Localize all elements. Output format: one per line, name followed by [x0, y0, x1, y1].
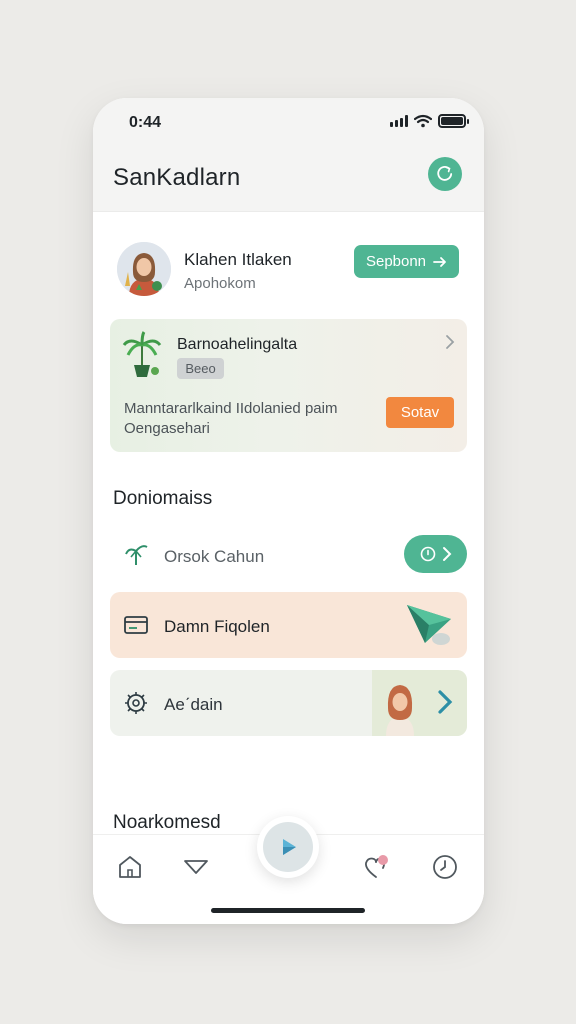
promo-description-line-1: Manntararlkaind IIdolanied paim [124, 400, 338, 417]
refresh-button[interactable] [428, 157, 462, 191]
page-title: SanKadlarn [113, 164, 241, 191]
sale-button[interactable]: Sotav [386, 397, 454, 428]
list-item[interactable]: Orsok Cahun [110, 528, 467, 580]
list-item-label: Aeˊdain [164, 695, 223, 714]
card-icon [122, 611, 150, 639]
list-item[interactable]: Aeˊdain [110, 670, 467, 736]
nav-favorites[interactable] [362, 852, 392, 882]
person-illustration [386, 685, 414, 736]
phone-screen: 0:44 SanKadlarn Klahen Itlaken Apohokom … [93, 98, 484, 924]
promo-chip: Beeo [177, 358, 224, 379]
follow-button[interactable]: Sepbonn [354, 245, 459, 278]
follow-button-label: Sepbonn [365, 253, 427, 270]
status-icons [390, 114, 469, 128]
profile-card[interactable]: Klahen Itlaken Apohokom Sepbonn [109, 228, 467, 308]
section-title: Doniomaiss [113, 488, 213, 509]
chevron-right-icon [442, 547, 451, 561]
clock-icon [420, 546, 435, 562]
top-bar: 0:44 SanKadlarn [93, 98, 484, 212]
home-indicator [211, 908, 365, 913]
profile-name: Klahen Itlaken [184, 250, 292, 269]
play-button-inner [263, 822, 313, 872]
chevron-right-icon[interactable] [437, 689, 453, 715]
gear-icon [122, 689, 150, 717]
wifi-icon [414, 114, 432, 128]
nav-explore[interactable] [181, 852, 211, 882]
promo-description-line-2: Oengasehari [124, 420, 210, 437]
sprout-icon [122, 540, 150, 568]
timer-button[interactable] [404, 535, 467, 573]
section-title-2: Noarkomesd [113, 812, 221, 833]
profile-subtitle: Apohokom [184, 275, 256, 292]
list-item[interactable]: Damn Fiqolen [110, 592, 467, 658]
promo-description: Manntararlkaind IIdolanied paim Oengaseh… [124, 399, 374, 439]
signal-icon [390, 115, 408, 127]
avatar [117, 242, 171, 296]
list-item-label: Damn Fiqolen [164, 617, 270, 636]
status-time: 0:44 [129, 114, 162, 131]
triangle-icon [184, 860, 208, 874]
refresh-icon [437, 166, 453, 181]
nav-history[interactable] [430, 852, 460, 882]
list-item-label: Orsok Cahun [164, 547, 265, 566]
promo-title: Barnoahelingalta [177, 336, 298, 353]
send-icon [407, 605, 451, 645]
arrow-right-icon [433, 256, 446, 267]
promo-card[interactable]: Barnoahelingalta Beeo Manntararlkaind II… [110, 319, 467, 452]
play-button[interactable] [257, 816, 319, 878]
plant-icon [122, 331, 162, 377]
battery-icon [438, 114, 469, 128]
nav-home[interactable] [115, 852, 145, 882]
home-icon [119, 856, 141, 878]
chevron-right-icon[interactable] [445, 334, 455, 350]
play-icon [283, 839, 296, 855]
heart-icon [365, 855, 388, 878]
clock-icon [433, 855, 457, 879]
